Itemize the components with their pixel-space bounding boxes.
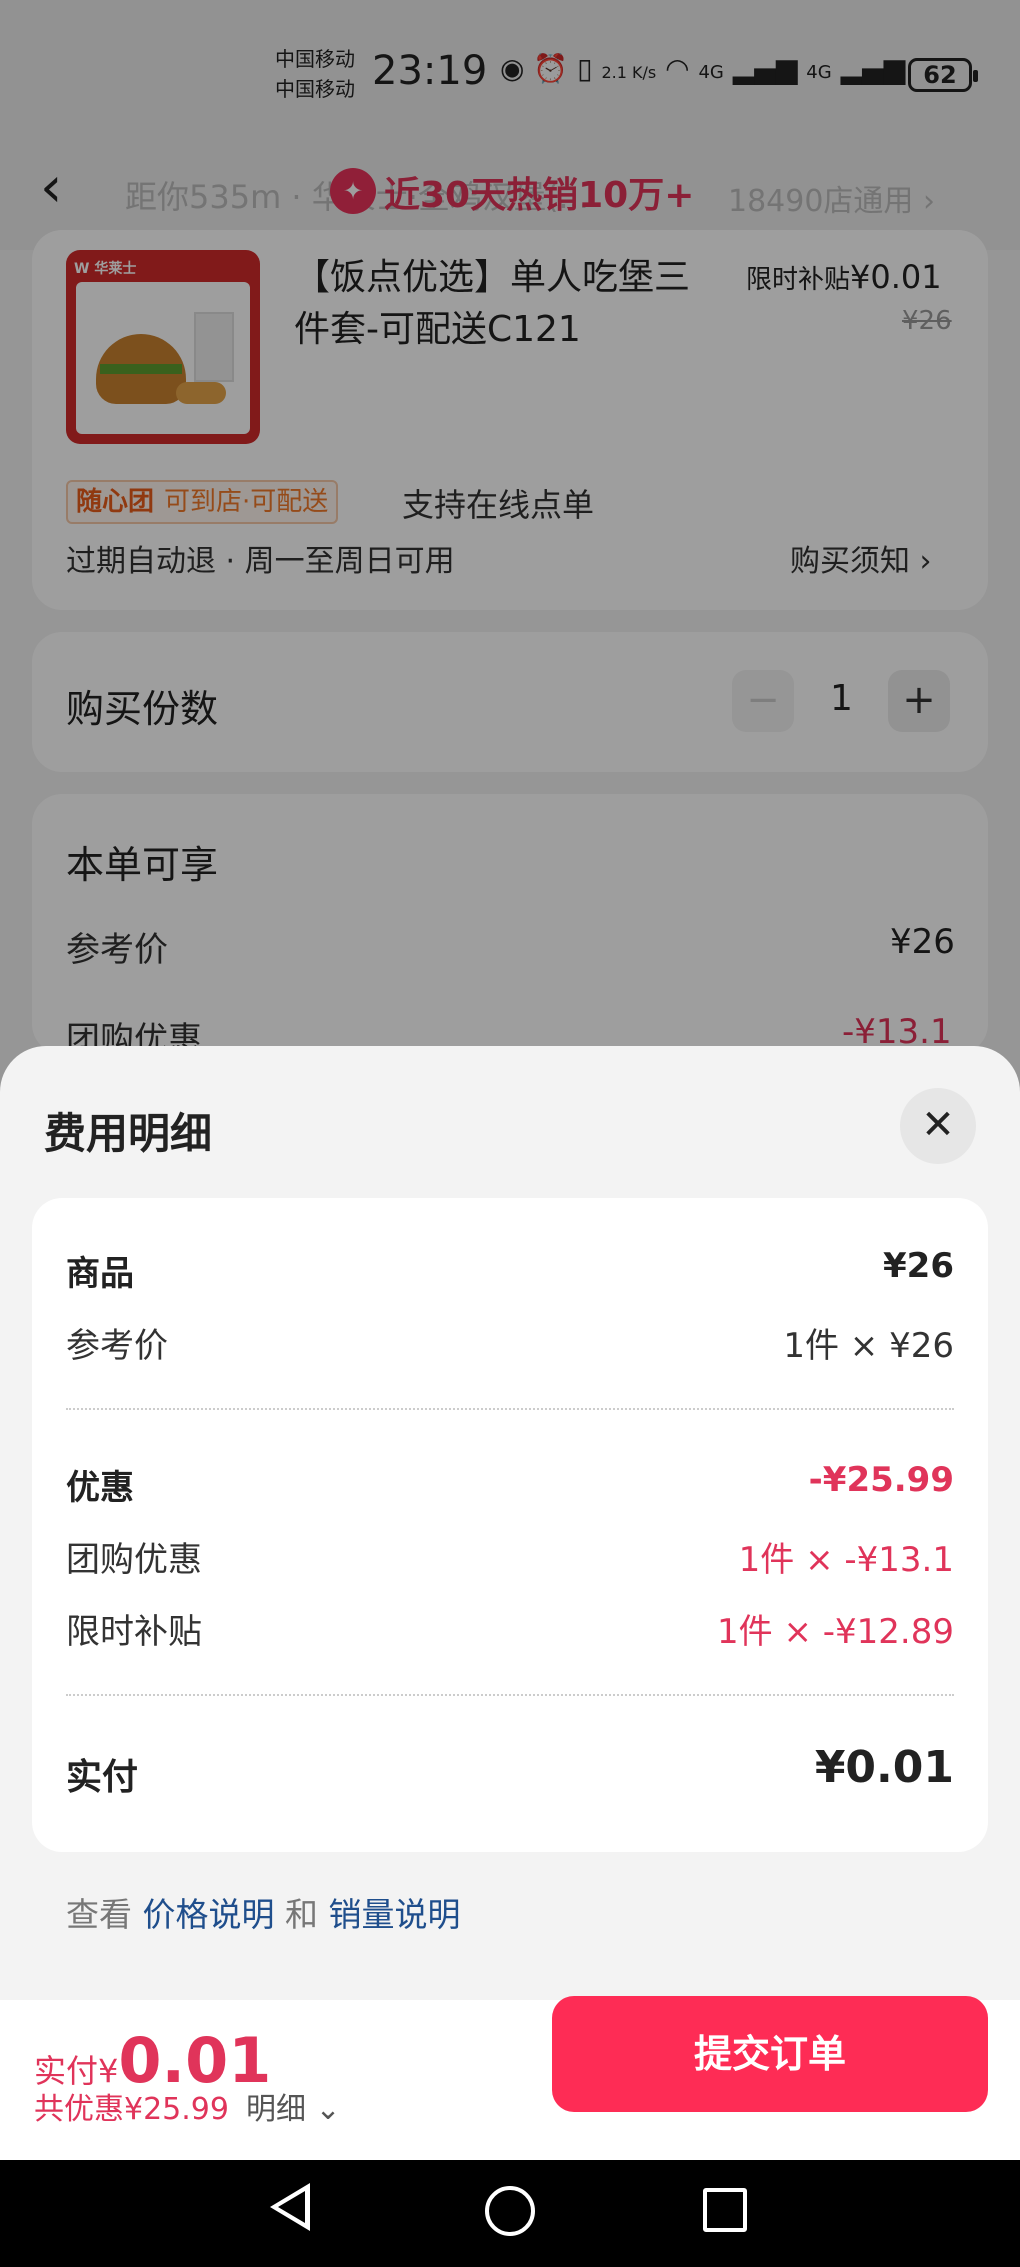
detail-toggle[interactable]: 明细 ⌄ — [246, 2084, 341, 2128]
reference-label: 参考价 — [66, 1326, 168, 1366]
subsidy-label: 限时补贴 — [66, 1612, 202, 1652]
divider — [66, 1408, 954, 1410]
goods-label: 商品 — [66, 1254, 134, 1294]
reference-value: 1件 × ¥26 — [783, 1326, 954, 1366]
nav-home-icon[interactable] — [485, 2186, 535, 2236]
total-discount: 共优惠¥25.99 — [34, 2092, 229, 2127]
goods-value: ¥26 — [883, 1246, 954, 1286]
nav-recent-icon[interactable] — [703, 2188, 747, 2232]
divider — [66, 1694, 954, 1696]
group-buy-label: 团购优惠 — [66, 1540, 202, 1580]
paid-value: ¥0.01 — [814, 1742, 954, 1793]
price-explanation-link[interactable]: 价格说明 — [143, 1895, 275, 1934]
links-prefix: 查看 — [66, 1895, 132, 1934]
discount-label: 优惠 — [66, 1468, 134, 1508]
sheet-title: 费用明细 — [44, 1109, 213, 1158]
subsidy-value: 1件 × -¥12.89 — [717, 1612, 954, 1652]
group-buy-value: 1件 × -¥13.1 — [738, 1540, 954, 1580]
submit-order-button[interactable]: 提交订单 — [552, 1996, 988, 2112]
sales-explanation-link[interactable]: 销量说明 — [329, 1895, 461, 1934]
discount-value: -¥25.99 — [808, 1460, 954, 1500]
nav-back-icon[interactable] — [270, 2183, 310, 2231]
links-and: 和 — [285, 1895, 318, 1934]
explanation-links: 查看 价格说明 和 销量说明 — [66, 1888, 461, 1936]
paid-label: 实付 — [66, 1757, 139, 1798]
close-icon[interactable]: ✕ — [900, 1088, 976, 1164]
